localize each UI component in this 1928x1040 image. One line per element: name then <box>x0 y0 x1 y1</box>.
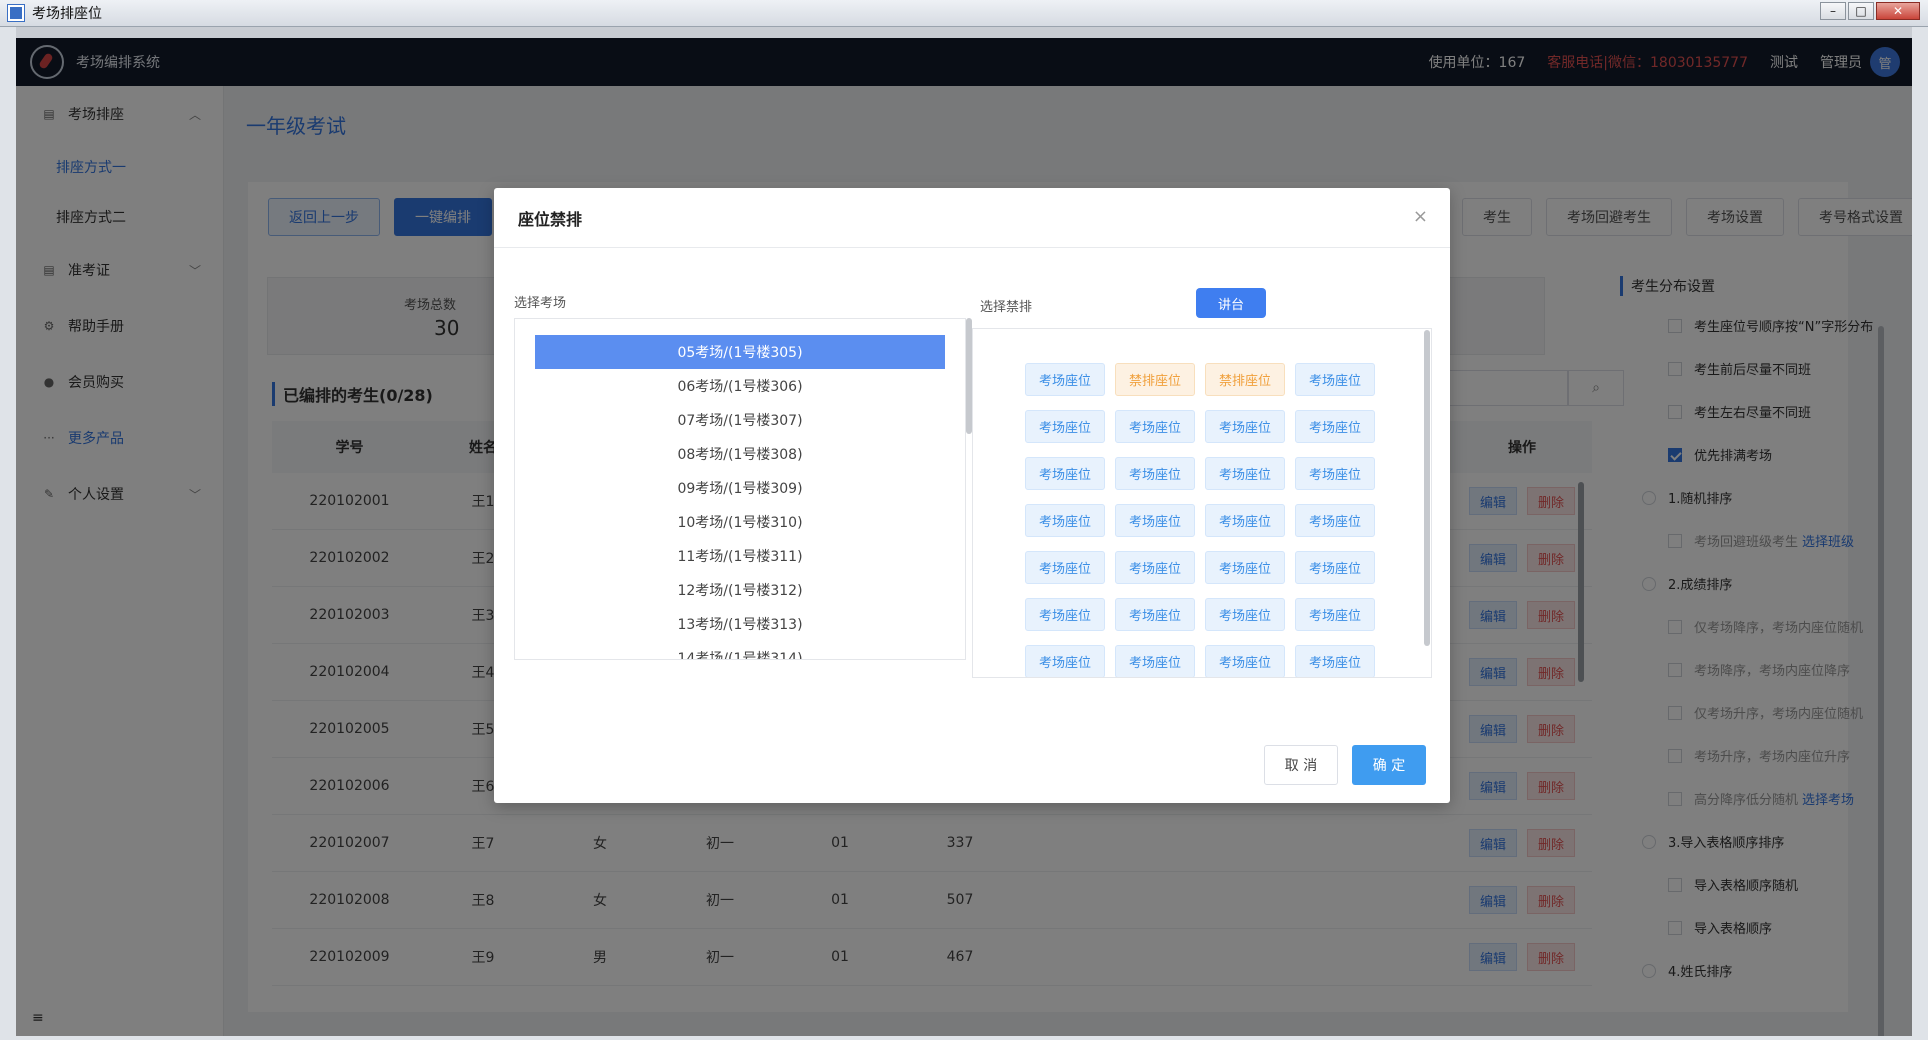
exam-seat[interactable]: 考场座位 <box>1295 551 1375 584</box>
room-list-item[interactable]: 10考场/(1号楼310) <box>535 505 945 539</box>
app-icon <box>7 4 25 22</box>
exam-seat[interactable]: 考场座位 <box>1205 504 1285 537</box>
exam-seat[interactable]: 考场座位 <box>1025 457 1105 490</box>
minimize-button[interactable]: – <box>1820 2 1846 20</box>
dialog-title: 座位禁排 <box>494 188 1450 248</box>
banned-seat[interactable]: 禁排座位 <box>1115 363 1195 396</box>
exam-seat[interactable]: 考场座位 <box>1205 410 1285 443</box>
exam-seat[interactable]: 考场座位 <box>1205 457 1285 490</box>
exam-seat[interactable]: 考场座位 <box>1115 645 1195 677</box>
close-icon[interactable]: × <box>1413 206 1428 227</box>
seat-area-scrollbar[interactable] <box>1424 330 1430 646</box>
window-titlebar: 考场排座位 – □ ✕ <box>0 0 1928 27</box>
exam-seat[interactable]: 考场座位 <box>1295 363 1375 396</box>
exam-seat[interactable]: 考场座位 <box>1025 551 1105 584</box>
exam-seat[interactable]: 考场座位 <box>1115 457 1195 490</box>
exam-seat[interactable]: 考场座位 <box>1115 551 1195 584</box>
confirm-button[interactable]: 确 定 <box>1352 745 1426 785</box>
seat-grid: 考场座位 禁排座位 禁排座位 考场座位 考场座位 考场座位 考场座位 考场座位 考场座位 考场座位… <box>1025 363 1375 677</box>
room-list-item[interactable]: 08考场/(1号楼308) <box>535 437 945 471</box>
maximize-button[interactable]: □ <box>1848 2 1874 20</box>
room-items: 05考场/(1号楼305) 06考场/(1号楼306) 07考场/(1号楼307) 0… <box>515 319 965 659</box>
exam-seat[interactable]: 考场座位 <box>1205 645 1285 677</box>
room-list-item[interactable]: 13考场/(1号楼313) <box>535 607 945 641</box>
exam-seat[interactable]: 考场座位 <box>1025 363 1105 396</box>
select-ban-label: 选择禁排 <box>980 300 1033 315</box>
exam-seat[interactable]: 考场座位 <box>1295 598 1375 631</box>
podium-button[interactable]: 讲台 <box>1196 288 1266 318</box>
exam-seat[interactable]: 考场座位 <box>1115 598 1195 631</box>
room-list: 05考场/(1号楼305) 06考场/(1号楼306) 07考场/(1号楼307) 0… <box>514 318 966 660</box>
exam-seat[interactable]: 考场座位 <box>1025 598 1105 631</box>
exam-seat[interactable]: 考场座位 <box>1295 410 1375 443</box>
close-window-button[interactable]: ✕ <box>1876 2 1920 20</box>
window-title: 考场排座位 <box>32 6 102 22</box>
cancel-button[interactable]: 取 消 <box>1264 745 1338 785</box>
seat-ban-dialog: 座位禁排 × 选择考场 05考场/(1号楼305) 06考场/(1号楼306) 07… <box>494 188 1450 803</box>
room-list-item[interactable]: 14考场/(1号楼314) <box>535 641 945 659</box>
room-list-item[interactable]: 09考场/(1号楼309) <box>535 471 945 505</box>
exam-seat[interactable]: 考场座位 <box>1295 504 1375 537</box>
window-controls: – □ ✕ <box>1820 2 1920 20</box>
banned-seat[interactable]: 禁排座位 <box>1205 363 1285 396</box>
room-list-item[interactable]: 07考场/(1号楼307) <box>535 403 945 437</box>
room-list-item[interactable]: 06考场/(1号楼306) <box>535 369 945 403</box>
exam-seat[interactable]: 考场座位 <box>1025 645 1105 677</box>
room-list-item[interactable]: 12考场/(1号楼312) <box>535 573 945 607</box>
exam-seat[interactable]: 考场座位 <box>1025 504 1105 537</box>
exam-seat[interactable]: 考场座位 <box>1115 504 1195 537</box>
room-list-item[interactable]: 11考场/(1号楼311) <box>535 539 945 573</box>
exam-seat[interactable]: 考场座位 <box>1115 410 1195 443</box>
select-room-label: 选择考场 <box>514 296 567 311</box>
exam-seat[interactable]: 考场座位 <box>1025 410 1105 443</box>
exam-seat[interactable]: 考场座位 <box>1205 551 1285 584</box>
seat-area: 考场座位 禁排座位 禁排座位 考场座位 考场座位 考场座位 考场座位 考场座位 考场座位 考场座位… <box>972 328 1432 678</box>
exam-seat[interactable]: 考场座位 <box>1295 645 1375 677</box>
room-list-item[interactable]: 05考场/(1号楼305) <box>535 335 945 369</box>
exam-seat[interactable]: 考场座位 <box>1295 457 1375 490</box>
exam-seat[interactable]: 考场座位 <box>1205 598 1285 631</box>
